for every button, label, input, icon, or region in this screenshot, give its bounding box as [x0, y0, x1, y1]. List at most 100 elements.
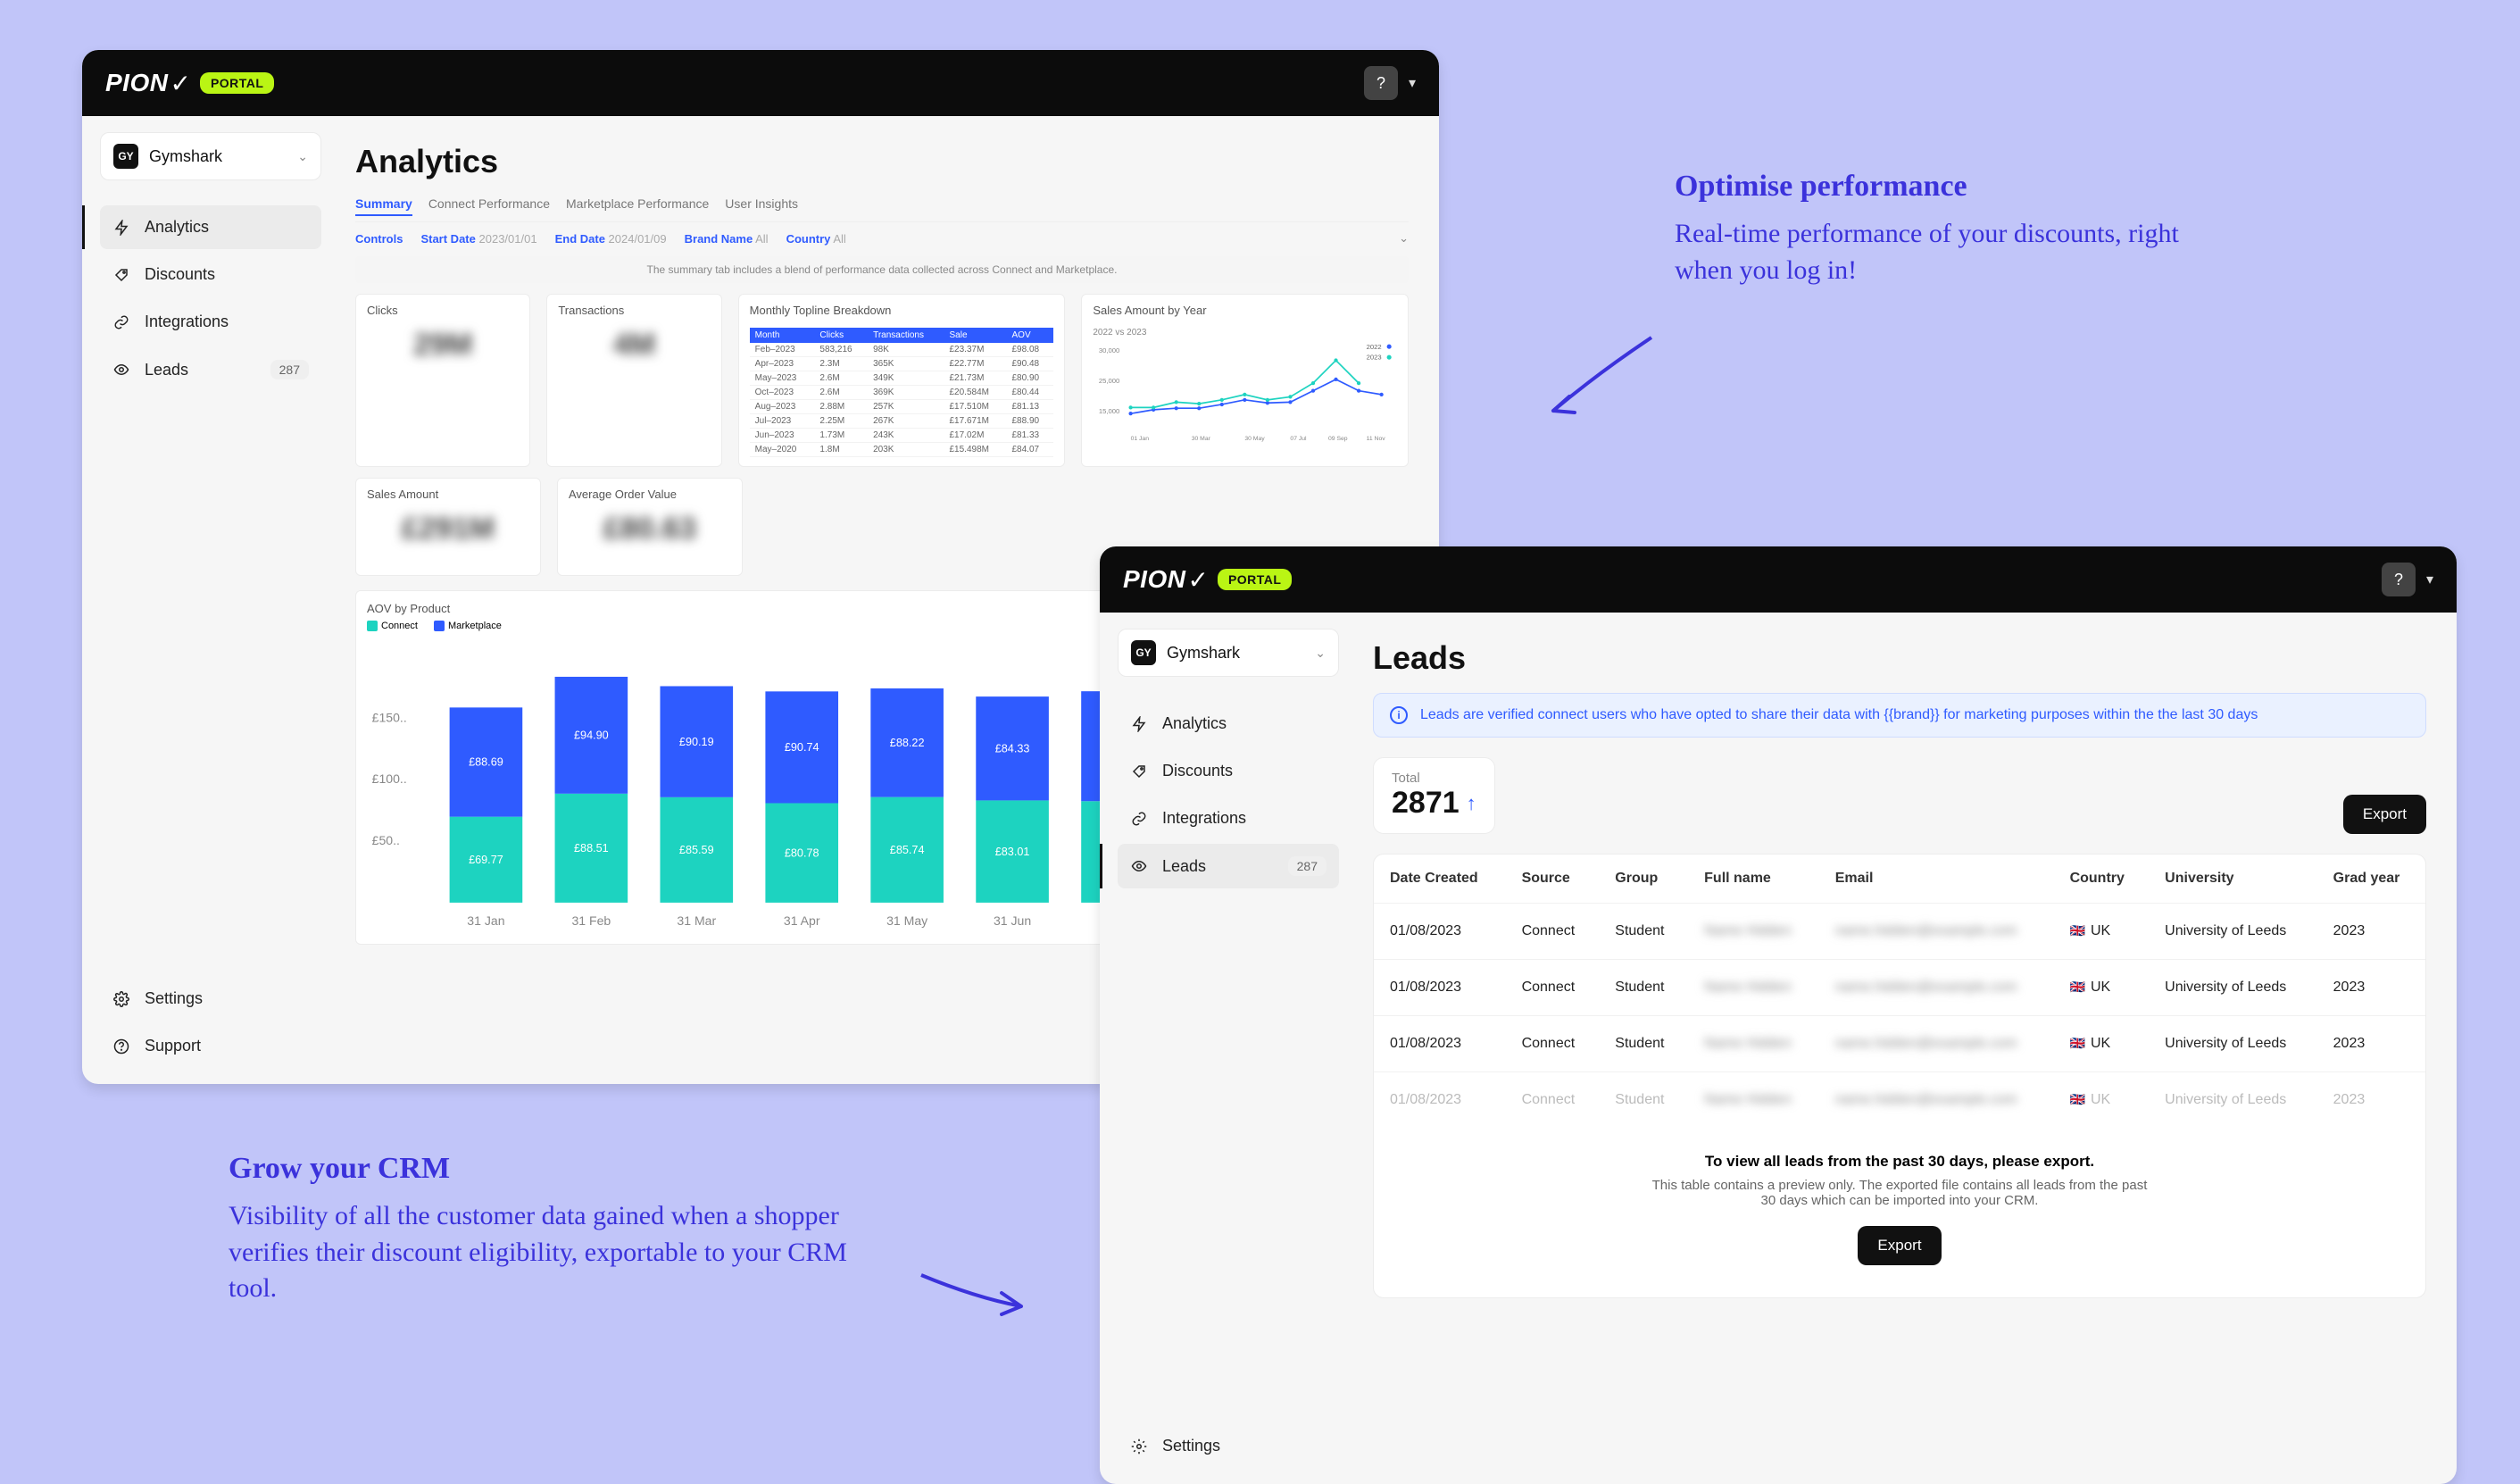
help-button[interactable]: ? — [2382, 563, 2416, 596]
stat-monthly-breakdown: Monthly Topline Breakdown MonthClicksTra… — [738, 294, 1066, 467]
nav-settings[interactable]: Settings — [100, 977, 321, 1021]
brand-filter-label[interactable]: Brand Name — [685, 232, 753, 246]
legend-label: Marketplace — [448, 621, 502, 631]
nav-leads[interactable]: Leads 287 — [1118, 844, 1339, 888]
svg-text:07 Jul: 07 Jul — [1291, 436, 1308, 442]
nav-discounts[interactable]: Discounts — [100, 253, 321, 296]
svg-text:11 Nov: 11 Nov — [1367, 436, 1386, 442]
svg-text:£69.77: £69.77 — [469, 854, 503, 866]
svg-text:£80.78: £80.78 — [785, 847, 819, 860]
arrow-icon — [1535, 329, 1660, 427]
sidebar: GY Gymshark ⌄ Analytics Discounts Integr… — [82, 116, 339, 1084]
table-header: University — [2149, 855, 2316, 904]
svg-text:09 Sep: 09 Sep — [1328, 436, 1348, 442]
org-name: Gymshark — [1167, 644, 1304, 663]
svg-text:£88.22: £88.22 — [890, 737, 925, 749]
annotation-optimise: Optimise performance Real-time performan… — [1675, 170, 2210, 288]
annotation-title: Optimise performance — [1675, 170, 2210, 204]
monthly-breakdown-table: MonthClicksTransactionsSaleAOVFeb–202358… — [750, 328, 1054, 457]
svg-text:£88.69: £88.69 — [469, 756, 503, 769]
chevron-down-icon[interactable]: ▾ — [2426, 571, 2433, 588]
link-icon — [112, 313, 130, 331]
svg-text:£83.01: £83.01 — [995, 846, 1030, 858]
stat-transactions: Transactions 4M — [546, 294, 721, 467]
eye-icon — [1130, 857, 1148, 875]
info-banner: i Leads are verified connect users who h… — [1373, 693, 2426, 738]
stat-value: £80.63 — [569, 512, 731, 546]
tab-insights[interactable]: User Insights — [725, 196, 798, 216]
nav-discounts[interactable]: Discounts — [1118, 749, 1339, 793]
tab-marketplace[interactable]: Marketplace Performance — [566, 196, 709, 216]
nav-analytics[interactable]: Analytics — [100, 205, 321, 249]
controls-label: Controls — [355, 232, 403, 246]
org-switcher[interactable]: GY Gymshark ⌄ — [100, 132, 321, 180]
svg-text:£94.90: £94.90 — [574, 729, 609, 742]
tab-summary[interactable]: Summary — [355, 196, 412, 216]
stat-label: Clicks — [367, 304, 519, 317]
leads-table: Date CreatedSourceGroupFull nameEmailCou… — [1373, 854, 2426, 1298]
topbar: PION ✓ PORTAL ? ▾ — [1100, 546, 2457, 613]
total-label: Total — [1392, 771, 1476, 786]
nav-label: Leads — [1162, 857, 1206, 876]
nav-label: Settings — [1162, 1437, 1220, 1455]
export-button[interactable]: Export — [1858, 1226, 1941, 1265]
nav-integrations[interactable]: Integrations — [1118, 796, 1339, 840]
stat-label: Sales Amount by Year — [1093, 304, 1397, 317]
topbar-actions: ? ▾ — [2382, 563, 2433, 596]
help-button[interactable]: ? — [1364, 66, 1398, 100]
nav-support[interactable]: Support — [100, 1024, 321, 1068]
line-chart: 30,000 25,000 15,000 01 Jan30 Mar30 May0… — [1093, 338, 1397, 444]
stat-label: Monthly Topline Breakdown — [750, 304, 1054, 317]
nav-label: Discounts — [1162, 762, 1233, 780]
link-icon — [1130, 810, 1148, 828]
annotation-body: Visibility of all the customer data gain… — [229, 1198, 889, 1307]
nav: Analytics Discounts Integrations Leads 2… — [100, 205, 321, 392]
portal-badge: PORTAL — [1218, 569, 1293, 590]
stat-value: £291M — [367, 512, 529, 546]
brand: PION ✓ PORTAL — [105, 69, 274, 98]
help-icon: ? — [1376, 74, 1385, 93]
topbar: PION ✓ PORTAL ? ▾ — [82, 50, 1439, 116]
tag-icon — [112, 266, 130, 284]
nav-settings[interactable]: Settings — [1118, 1424, 1339, 1468]
table-header: Country — [2054, 855, 2150, 904]
svg-text:£85.59: £85.59 — [679, 844, 714, 856]
chevron-down-icon[interactable]: ▾ — [1409, 74, 1416, 92]
stat-value: 4M — [558, 328, 710, 363]
svg-text:15,000: 15,000 — [1099, 407, 1119, 415]
nav-leads[interactable]: Leads 287 — [100, 347, 321, 392]
info-icon: i — [1390, 706, 1408, 724]
end-date-label[interactable]: End Date — [555, 232, 605, 246]
nav: Analytics Discounts Integrations Leads 2… — [1118, 702, 1339, 888]
main-content: Leads i Leads are verified connect users… — [1357, 613, 2457, 1484]
nav-label: Settings — [145, 989, 203, 1008]
export-footer: To view all leads from the past 30 days,… — [1374, 1128, 2425, 1297]
start-date-value: 2023/01/01 — [479, 232, 537, 246]
flag-icon: 🇬🇧 — [2070, 1092, 2085, 1106]
org-name: Gymshark — [149, 147, 287, 166]
stat-sales-amount: Sales Amount £291M — [355, 478, 541, 576]
gear-icon — [1130, 1438, 1148, 1455]
stat-label: Average Order Value — [569, 488, 731, 501]
annotation-title: Grow your CRM — [229, 1152, 889, 1186]
country-filter-label[interactable]: Country — [786, 232, 831, 246]
nav-analytics[interactable]: Analytics — [1118, 702, 1339, 746]
analytics-tabs: Summary Connect Performance Marketplace … — [355, 196, 1409, 222]
trend-up-icon: ↑ — [1467, 792, 1476, 815]
start-date-label[interactable]: Start Date — [420, 232, 475, 246]
legend-label: Connect — [381, 621, 418, 631]
brand: PION ✓ PORTAL — [1123, 565, 1292, 595]
tab-connect[interactable]: Connect Performance — [428, 196, 550, 216]
brand-filter-value: All — [755, 232, 768, 246]
stat-yoy-chart: Sales Amount by Year 2022 vs 2023 30,000… — [1081, 294, 1409, 467]
end-date-value: 2024/01/09 — [609, 232, 667, 246]
export-button[interactable]: Export — [2343, 795, 2426, 834]
page-title: Analytics — [355, 143, 1409, 180]
svg-text:30,000: 30,000 — [1099, 346, 1119, 354]
nav-integrations[interactable]: Integrations — [100, 300, 321, 344]
svg-text:£84.33: £84.33 — [995, 743, 1030, 755]
expand-filters[interactable]: ⌄ — [1399, 231, 1409, 246]
org-switcher[interactable]: GY Gymshark ⌄ — [1118, 629, 1339, 677]
svg-text:£88.51: £88.51 — [574, 842, 609, 855]
svg-text:£85.74: £85.74 — [890, 844, 925, 856]
